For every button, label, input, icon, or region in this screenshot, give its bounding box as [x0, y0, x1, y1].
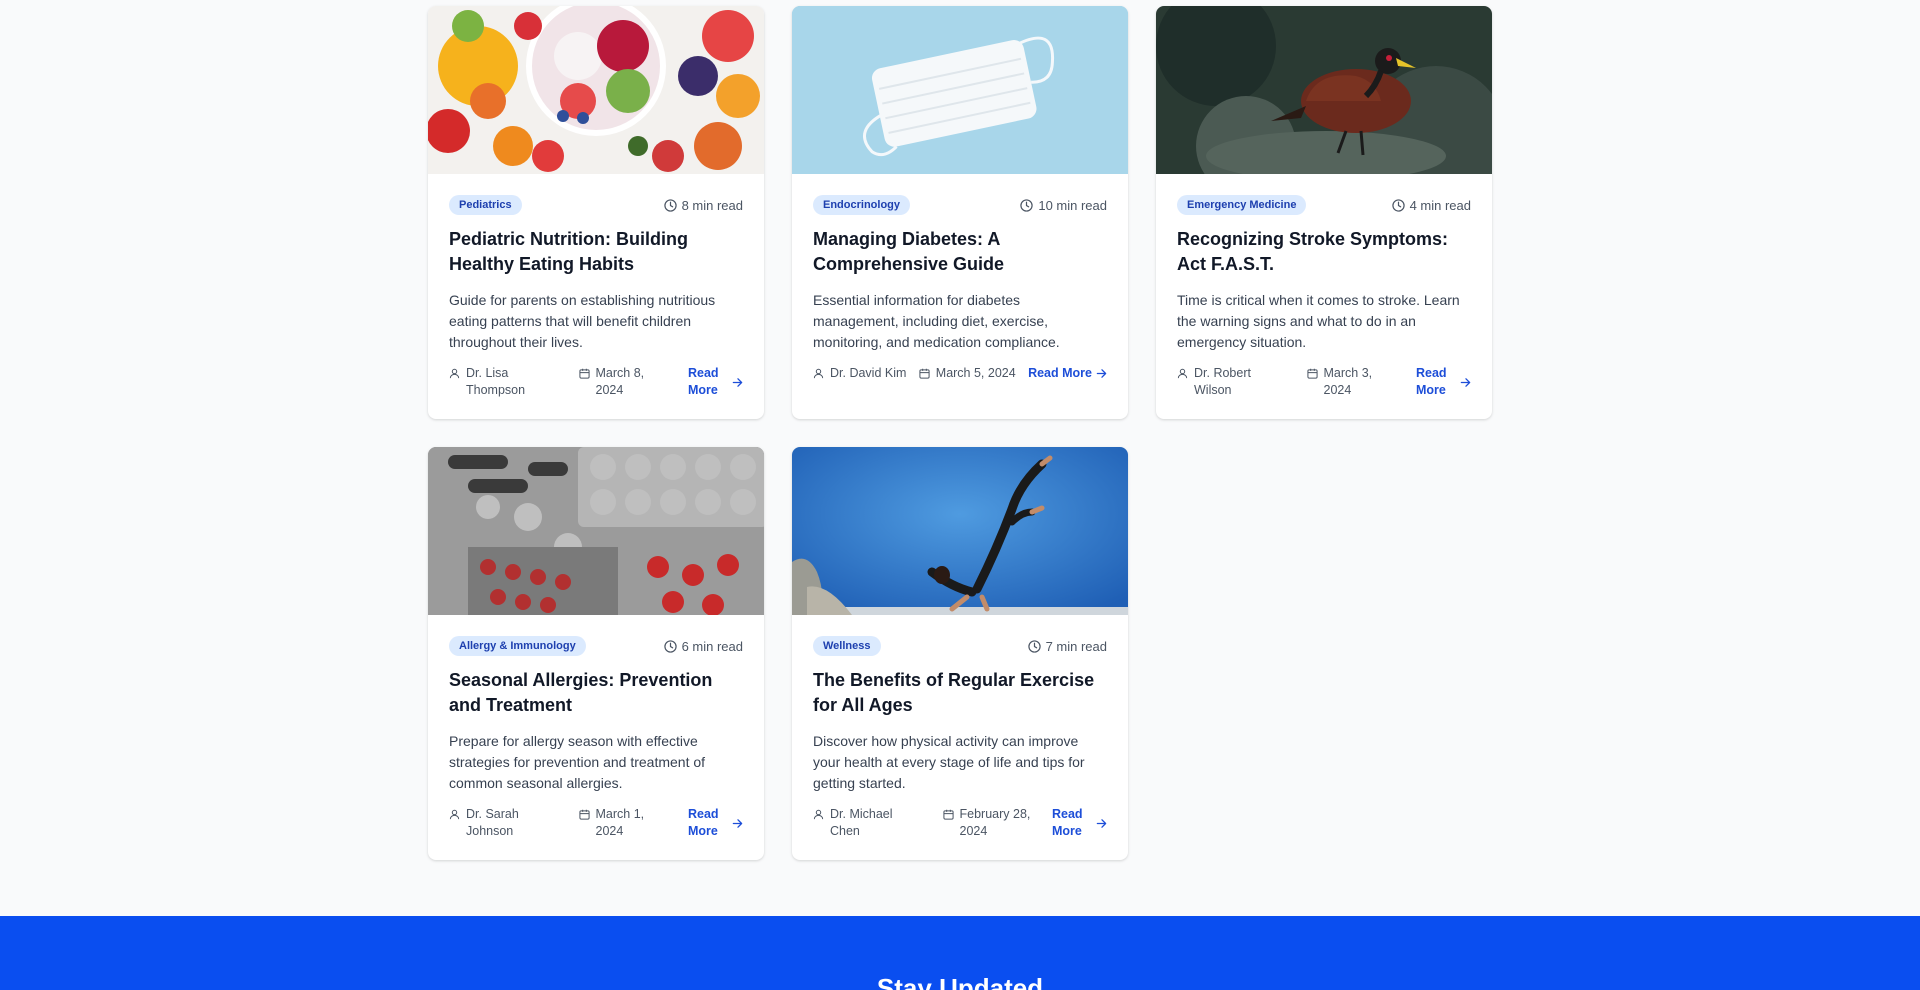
article-footer: Dr. David Kim March 5, 2024 Read More — [813, 365, 1107, 382]
read-time: 8 min read — [663, 198, 743, 213]
author: Dr. Lisa Thompson — [449, 365, 561, 399]
arrow-right-icon — [1460, 377, 1471, 387]
publish-date: March 5, 2024 — [919, 365, 1016, 382]
article-card[interactable]: Endocrinology 10 min read Managing Diabe… — [792, 6, 1128, 419]
category-badge[interactable]: Emergency Medicine — [1177, 195, 1307, 215]
user-icon — [1177, 368, 1188, 379]
read-more-link[interactable]: Read More — [688, 365, 743, 399]
article-title[interactable]: Recognizing Stroke Symptoms: Act F.A.S.T… — [1177, 227, 1471, 277]
calendar-icon — [942, 809, 954, 820]
calendar-icon — [919, 368, 930, 379]
read-time: 4 min read — [1391, 198, 1471, 213]
author: Dr. Michael Chen — [813, 806, 925, 840]
clock-icon — [1027, 639, 1041, 653]
article-title[interactable]: The Benefits of Regular Exercise for All… — [813, 668, 1107, 718]
article-card[interactable]: Pediatrics 8 min read Pediatric Nutritio… — [428, 6, 764, 419]
article-footer: Dr. Sarah Johnson March 1, 2024 Read Mor… — [449, 806, 743, 840]
clock-icon — [1020, 198, 1034, 212]
category-badge[interactable]: Allergy & Immunology — [449, 636, 586, 656]
articles-grid: Pediatrics 8 min read Pediatric Nutritio… — [428, 6, 1493, 860]
read-more-link[interactable]: Read More — [1416, 365, 1471, 399]
clock-icon — [663, 639, 677, 653]
arrow-right-icon — [1096, 818, 1107, 828]
article-excerpt: Prepare for allergy season with effectiv… — [449, 733, 706, 791]
user-icon — [449, 809, 460, 820]
publish-date: February 28, 2024 — [942, 806, 1035, 840]
article-title[interactable]: Seasonal Allergies: Prevention and Treat… — [449, 668, 743, 718]
article-title[interactable]: Pediatric Nutrition: Building Healthy Ea… — [449, 227, 743, 277]
calendar-icon — [1306, 368, 1318, 379]
category-badge[interactable]: Wellness — [813, 636, 881, 656]
author: Dr. David Kim — [813, 365, 906, 382]
category-badge[interactable]: Pediatrics — [449, 195, 522, 215]
article-excerpt: Time is critical when it comes to stroke… — [1177, 292, 1460, 350]
face-mask-image — [792, 6, 1128, 174]
arrow-right-icon — [732, 377, 743, 387]
author: Dr. Robert Wilson — [1177, 365, 1289, 399]
read-more-link[interactable]: Read More — [1028, 365, 1107, 382]
read-more-link[interactable]: Read More — [688, 806, 743, 840]
author: Dr. Sarah Johnson — [449, 806, 561, 840]
read-time: 10 min read — [1020, 198, 1107, 213]
read-more-link[interactable]: Read More — [1052, 806, 1107, 840]
article-card[interactable]: Emergency Medicine 4 min read Recognizin… — [1156, 6, 1492, 419]
arrow-right-icon — [1096, 369, 1107, 378]
category-badge[interactable]: Endocrinology — [813, 195, 910, 215]
publish-date: March 3, 2024 — [1306, 365, 1399, 399]
clock-icon — [1391, 198, 1405, 212]
yoga-image — [792, 447, 1128, 615]
read-time: 7 min read — [1027, 639, 1107, 654]
read-time: 6 min read — [663, 639, 743, 654]
user-icon — [449, 368, 460, 379]
publish-date: March 1, 2024 — [578, 806, 671, 840]
article-excerpt: Guide for parents on establishing nutrit… — [449, 292, 716, 350]
article-excerpt: Discover how physical activity can impro… — [813, 733, 1085, 791]
fruit-bowl-image — [428, 6, 764, 174]
newsletter-section: Stay Updated — [0, 916, 1920, 990]
clock-icon — [663, 198, 677, 212]
user-icon — [813, 368, 824, 379]
article-footer: Dr. Michael Chen February 28, 2024 Read … — [813, 806, 1107, 840]
article-footer: Dr. Robert Wilson March 3, 2024 Read Mor… — [1177, 365, 1471, 399]
article-card[interactable]: Wellness 7 min read The Benefits of Regu… — [792, 447, 1128, 860]
article-footer: Dr. Lisa Thompson March 8, 2024 Read Mor… — [449, 365, 743, 399]
calendar-icon — [578, 809, 590, 820]
calendar-icon — [578, 368, 590, 379]
arrow-right-icon — [732, 818, 743, 828]
pills-image — [428, 447, 764, 615]
user-icon — [813, 809, 824, 820]
publish-date: March 8, 2024 — [578, 365, 671, 399]
newsletter-title: Stay Updated — [876, 973, 1044, 990]
article-card[interactable]: Allergy & Immunology 6 min read Seasonal… — [428, 447, 764, 860]
article-title[interactable]: Managing Diabetes: A Comprehensive Guide — [813, 227, 1107, 277]
article-excerpt: Essential information for diabetes manag… — [813, 292, 1060, 350]
bird-image — [1156, 6, 1492, 174]
